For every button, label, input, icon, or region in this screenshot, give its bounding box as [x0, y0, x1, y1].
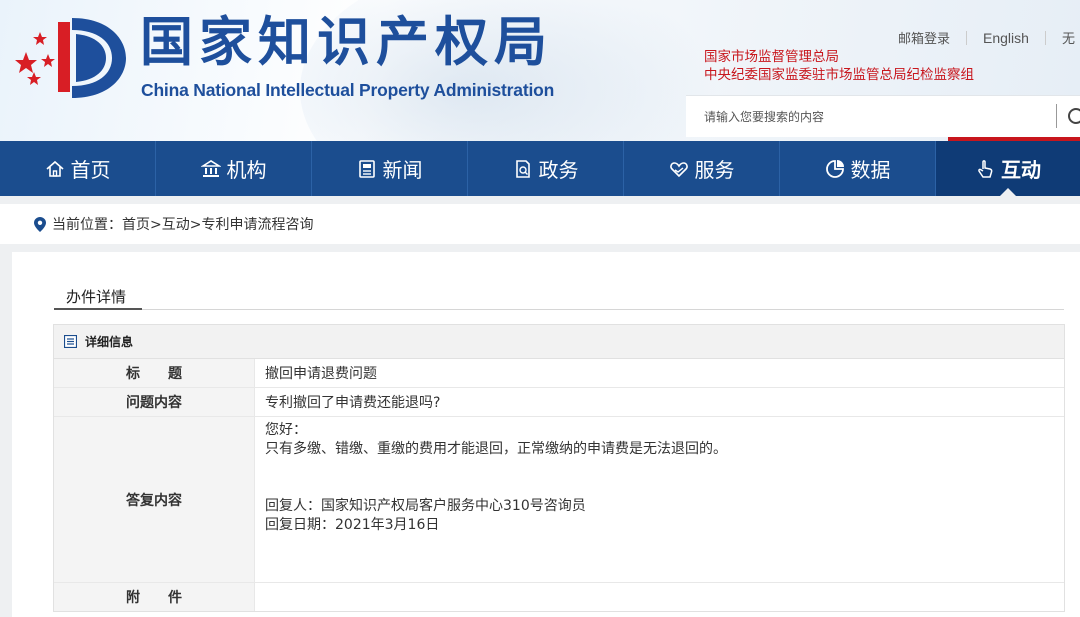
- search-box: [686, 95, 1080, 137]
- nav-item-home[interactable]: 首页: [0, 141, 156, 196]
- tab-label: 办件详情: [66, 288, 127, 306]
- row-value: 专利撤回了申请费还能退吗?: [265, 395, 441, 411]
- nav-label: 数据: [850, 158, 891, 182]
- home-icon: [45, 159, 65, 179]
- nav-item-interaction[interactable]: 互动: [936, 141, 1080, 196]
- heart-hands-icon: [669, 159, 689, 179]
- institution-icon: [200, 159, 221, 179]
- answer-date: 回复日期：2021年3月16日: [265, 517, 440, 533]
- row-value-attachment: [255, 583, 1064, 611]
- ministry-link-discipline[interactable]: 中央纪委国家监委驻市场监管总局纪检监察组: [704, 66, 974, 84]
- main-navigation: 首页 机构 新闻 政务 服务 数据 互动: [0, 141, 1080, 196]
- answer-responder: 回复人：国家知识产权局客户服务中心310号咨询员: [265, 498, 586, 514]
- nav-label: 机构: [226, 158, 267, 182]
- tab-underline: [54, 308, 142, 310]
- tab-case-details[interactable]: 办件详情: [54, 286, 154, 310]
- breadcrumb: 当前位置：首页>互动>专利申请流程咨询: [0, 204, 1080, 244]
- detail-panel-header: 详细信息: [54, 325, 1064, 359]
- answer-greeting: 您好：: [265, 422, 307, 438]
- row-label: 标 题: [54, 359, 255, 387]
- nav-label: 新闻: [382, 158, 423, 182]
- english-link[interactable]: English: [983, 30, 1029, 46]
- government-icon: [513, 159, 533, 179]
- answer-body: 只有多缴、错缴、重缴的费用才能退回，正常缴纳的申请费是无法退回的。: [265, 441, 727, 457]
- nav-label: 首页: [70, 158, 111, 182]
- row-label: 问题内容: [54, 388, 255, 416]
- table-row-answer: 答复内容 您好： 只有多缴、错缴、重缴的费用才能退回，正常缴纳的申请费是无法退回…: [54, 417, 1064, 583]
- pie-chart-icon: [825, 159, 845, 179]
- ministry-link-samr[interactable]: 国家市场监督管理总局: [704, 48, 974, 66]
- table-row-title: 标 题 撤回申请退费问题: [54, 359, 1064, 388]
- divider: [1056, 104, 1057, 128]
- search-input[interactable]: [686, 109, 1046, 124]
- divider: [966, 30, 968, 45]
- breadcrumb-text[interactable]: 当前位置：首页>互动>专利申请流程咨询: [52, 214, 313, 234]
- site-logo-english[interactable]: China National Intellectual Property Adm…: [141, 80, 554, 101]
- detail-panel-title: 详细信息: [85, 335, 134, 349]
- row-value: 撤回申请退费问题: [265, 366, 377, 382]
- detail-panel: 详细信息 标 题 撤回申请退费问题 问题内容 专利撤回了申请费还能退吗? 答复内…: [53, 324, 1065, 612]
- nav-item-service[interactable]: 服务: [624, 141, 780, 196]
- table-row-attachment: 附 件: [54, 583, 1064, 611]
- nav-item-news[interactable]: 新闻: [312, 141, 468, 196]
- site-logo-chinese[interactable]: 国家知识产权局: [140, 12, 553, 74]
- accessibility-link[interactable]: 无: [1062, 28, 1075, 47]
- divider: [1044, 30, 1046, 45]
- document-icon: [64, 335, 77, 348]
- nav-label: 政务: [538, 158, 579, 182]
- nav-label: 服务: [694, 158, 735, 182]
- nav-item-government[interactable]: 政务: [468, 141, 624, 196]
- table-row-question: 问题内容 专利撤回了申请费还能退吗?: [54, 388, 1064, 417]
- nav-label: 互动: [1001, 158, 1041, 182]
- top-links: 邮箱登录 English 无: [898, 28, 1075, 48]
- news-icon: [357, 159, 377, 179]
- row-label: 附 件: [54, 583, 255, 611]
- site-header: 国家知识产权局 China National Intellectual Prop…: [0, 0, 1080, 141]
- hand-pointer-icon: [975, 159, 995, 179]
- location-pin-icon: [34, 216, 46, 232]
- nav-item-institution[interactable]: 机构: [156, 141, 312, 196]
- cnipa-emblem-icon: [15, 18, 126, 98]
- answer-content: 您好： 只有多缴、错缴、重缴的费用才能退回，正常缴纳的申请费是无法退回的。 回复…: [255, 417, 1064, 582]
- affiliation-links: 国家市场监督管理总局 中央纪委国家监委驻市场监管总局纪检监察组: [704, 48, 974, 84]
- mail-login-link[interactable]: 邮箱登录: [898, 28, 950, 47]
- divider: [54, 309, 1064, 310]
- search-icon[interactable]: [1066, 106, 1080, 128]
- row-label: 答复内容: [54, 417, 255, 582]
- nav-item-data[interactable]: 数据: [780, 141, 936, 196]
- main-content: 办件详情 详细信息 标 题 撤回申请退费问题 问题内容 专利撤回了申请费还能退吗…: [12, 252, 1080, 617]
